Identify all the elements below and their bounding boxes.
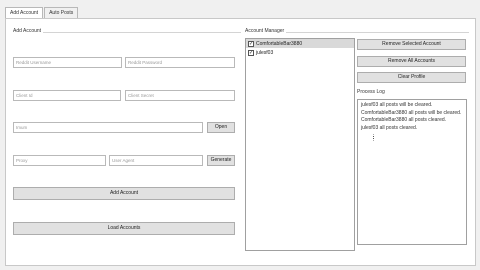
proxy-input[interactable] xyxy=(13,155,106,166)
process-log-title: Process Log xyxy=(357,89,387,95)
tab-strip: Add Account Auto Posts xyxy=(5,7,79,19)
account-list[interactable]: ✓ ComfortableBar3880 ✓ julesf03 xyxy=(245,38,355,251)
generate-button[interactable]: Generate xyxy=(207,155,235,166)
process-log[interactable]: julesf03 all posts will be cleared. Comf… xyxy=(357,99,467,245)
user-agent-input[interactable] xyxy=(109,155,203,166)
add-account-group-title: Add Account xyxy=(13,28,44,34)
tab-auto-posts[interactable]: Auto Posts xyxy=(44,7,79,18)
reddit-username-input[interactable] xyxy=(13,57,122,68)
app-window: Add Account Auto Posts Add Account Open … xyxy=(0,0,480,270)
log-line: julesf03 all posts cleared. xyxy=(361,124,418,131)
tab-panel: Add Account Open Generate Add Account Lo… xyxy=(5,18,476,266)
log-line: julesf03 all posts will be cleared. xyxy=(361,102,433,108)
imum-input[interactable] xyxy=(13,122,203,133)
add-account-group-border xyxy=(13,32,241,33)
text-cursor-marker xyxy=(373,134,463,141)
account-manager-group-title: Account Manager xyxy=(245,28,287,34)
list-item[interactable]: ✓ ComfortableBar3880 xyxy=(246,39,354,48)
list-item[interactable]: ✓ julesf03 xyxy=(246,48,354,57)
account-checkbox[interactable]: ✓ xyxy=(248,49,254,56)
client-id-input[interactable] xyxy=(13,90,121,101)
clear-profile-button[interactable]: Clear Profile xyxy=(357,72,466,83)
reddit-password-input[interactable] xyxy=(125,57,235,68)
open-button[interactable]: Open xyxy=(207,122,235,133)
client-secret-input[interactable] xyxy=(125,90,235,101)
account-name: julesf03 xyxy=(256,49,274,56)
log-line: ComfortableBar3880 all posts will be cle… xyxy=(361,109,462,116)
remove-all-accounts-button[interactable]: Remove All Accounts xyxy=(357,56,466,67)
account-name: ComfortableBar3880 xyxy=(256,40,303,47)
add-account-button[interactable]: Add Account xyxy=(13,187,235,200)
load-accounts-button[interactable]: Load Accounts xyxy=(13,222,235,235)
log-line: ComfortableBar3880 all posts cleared. xyxy=(361,117,447,123)
account-checkbox[interactable]: ✓ xyxy=(248,40,254,47)
remove-selected-account-button[interactable]: Remove Selected Account xyxy=(357,39,466,50)
